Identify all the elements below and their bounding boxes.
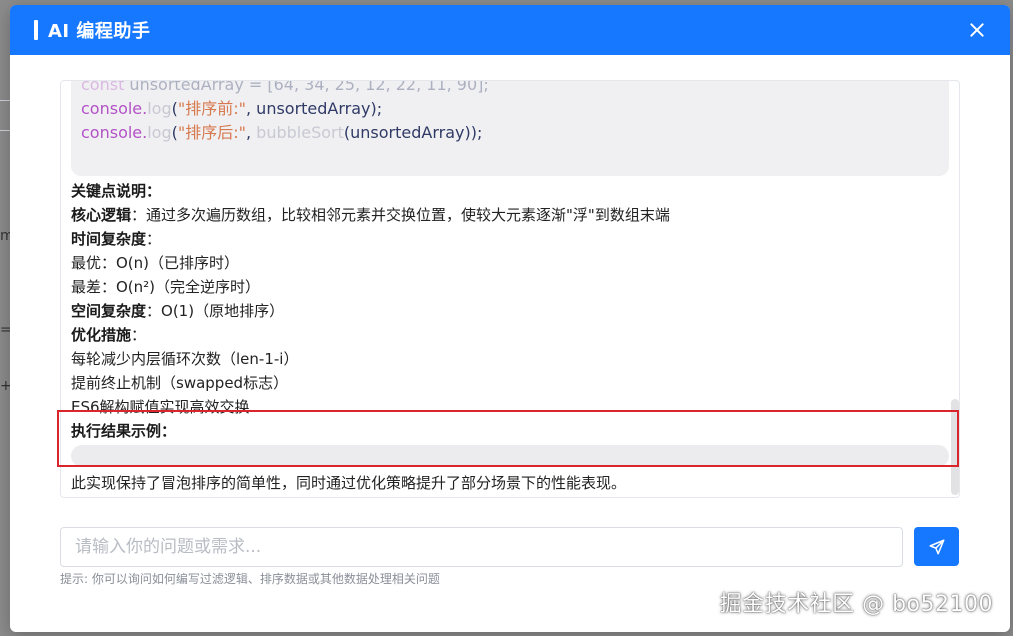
- code-text: ,: [246, 123, 257, 142]
- modal-title: AI 编程助手: [48, 21, 151, 42]
- code-text: unsortedArray = [64, 34, 25, 12, 22, 11,…: [124, 80, 489, 94]
- code-object: console.: [81, 99, 148, 118]
- core-logic-line: 核心逻辑：通过多次遍历数组，比较相邻元素并交换位置，使较大元素逐渐"浮"到数组末…: [71, 203, 941, 227]
- section-heading: 关键点说明：: [71, 182, 162, 200]
- code-function: log: [147, 123, 172, 142]
- time-complexity-line: 时间复杂度：: [71, 227, 941, 251]
- optimization-item: 每轮减少内层循环次数（len-1-i）: [71, 350, 299, 368]
- code-string: "排序前:": [177, 99, 246, 118]
- space-complexity-line: 空间复杂度：O(1)（原地排序）: [71, 299, 941, 323]
- close-icon[interactable]: [966, 19, 988, 41]
- worst-case-text: 最差：O(n²)（完全逆序时）: [71, 278, 261, 296]
- code-text: , unsortedArray);: [246, 99, 383, 118]
- space-complexity-text: ：O(1)（原地排序）: [146, 302, 285, 320]
- summary-text: 此实现保持了冒泡排序的简单性，同时通过优化策略提升了部分场景下的性能表现。: [71, 474, 627, 492]
- space-complexity-label: 空间复杂度: [71, 302, 147, 320]
- optimization-line: 优化措施：: [71, 323, 941, 347]
- title-accent-bar: [34, 20, 38, 40]
- best-case-text: 最优：O(n)（已排序时）: [71, 254, 240, 272]
- code-line: const unsortedArray = [64, 34, 25, 12, 2…: [81, 80, 939, 97]
- modal-header: AI 编程助手: [10, 5, 1010, 55]
- optimization-item: 提前终止机制（swapped标志）: [71, 374, 289, 392]
- optimization-suffix: ：: [131, 326, 147, 344]
- result-example-heading: 执行结果示例：: [71, 422, 177, 440]
- question-input[interactable]: [60, 527, 903, 567]
- ai-assistant-modal: AI 编程助手 const unsortedArray = [64, 34, 2…: [10, 5, 1010, 632]
- code-function: log: [147, 99, 172, 118]
- code-object: console.: [81, 123, 148, 142]
- time-complexity-label: 时间复杂度: [71, 230, 147, 248]
- explanation-section: 关键点说明： 核心逻辑：通过多次遍历数组，比较相邻元素并交换位置，使较大元素逐渐…: [71, 179, 949, 495]
- background-divider: [0, 100, 10, 101]
- optimization-label: 优化措施: [71, 326, 132, 344]
- code-function: bubbleSort: [256, 123, 344, 142]
- code-block: const unsortedArray = [64, 34, 25, 12, 2…: [71, 80, 949, 176]
- watermark: 掘金技术社区 @ bo52100: [719, 592, 993, 617]
- background-divider: [0, 130, 10, 131]
- chat-messages-panel[interactable]: const unsortedArray = [64, 34, 25, 12, 2…: [60, 80, 960, 498]
- result-example-code-block: [71, 445, 949, 467]
- chat-scrollbar[interactable]: [951, 399, 959, 495]
- send-button[interactable]: [914, 527, 959, 566]
- input-hint: 提示: 你可以询问如何编写过滤逻辑、排序数据或其他数据处理相关问题: [60, 572, 440, 586]
- time-complexity-suffix: ：: [146, 230, 162, 248]
- core-logic-text: ：通过多次遍历数组，比较相邻元素并交换位置，使较大元素逐渐"浮"到数组末端: [131, 206, 670, 224]
- send-icon: [929, 539, 944, 554]
- optimization-item: ES6解构赋值实现高效交换: [71, 398, 250, 416]
- code-text: (unsortedArray));: [343, 123, 483, 142]
- code-string: "排序后:": [177, 123, 246, 142]
- code-keyword: const: [81, 80, 125, 94]
- code-line: console.log("排序后:", bubbleSort(unsortedA…: [81, 121, 939, 145]
- core-logic-label: 核心逻辑: [71, 206, 132, 224]
- code-line: console.log("排序前:", unsortedArray);: [81, 97, 939, 121]
